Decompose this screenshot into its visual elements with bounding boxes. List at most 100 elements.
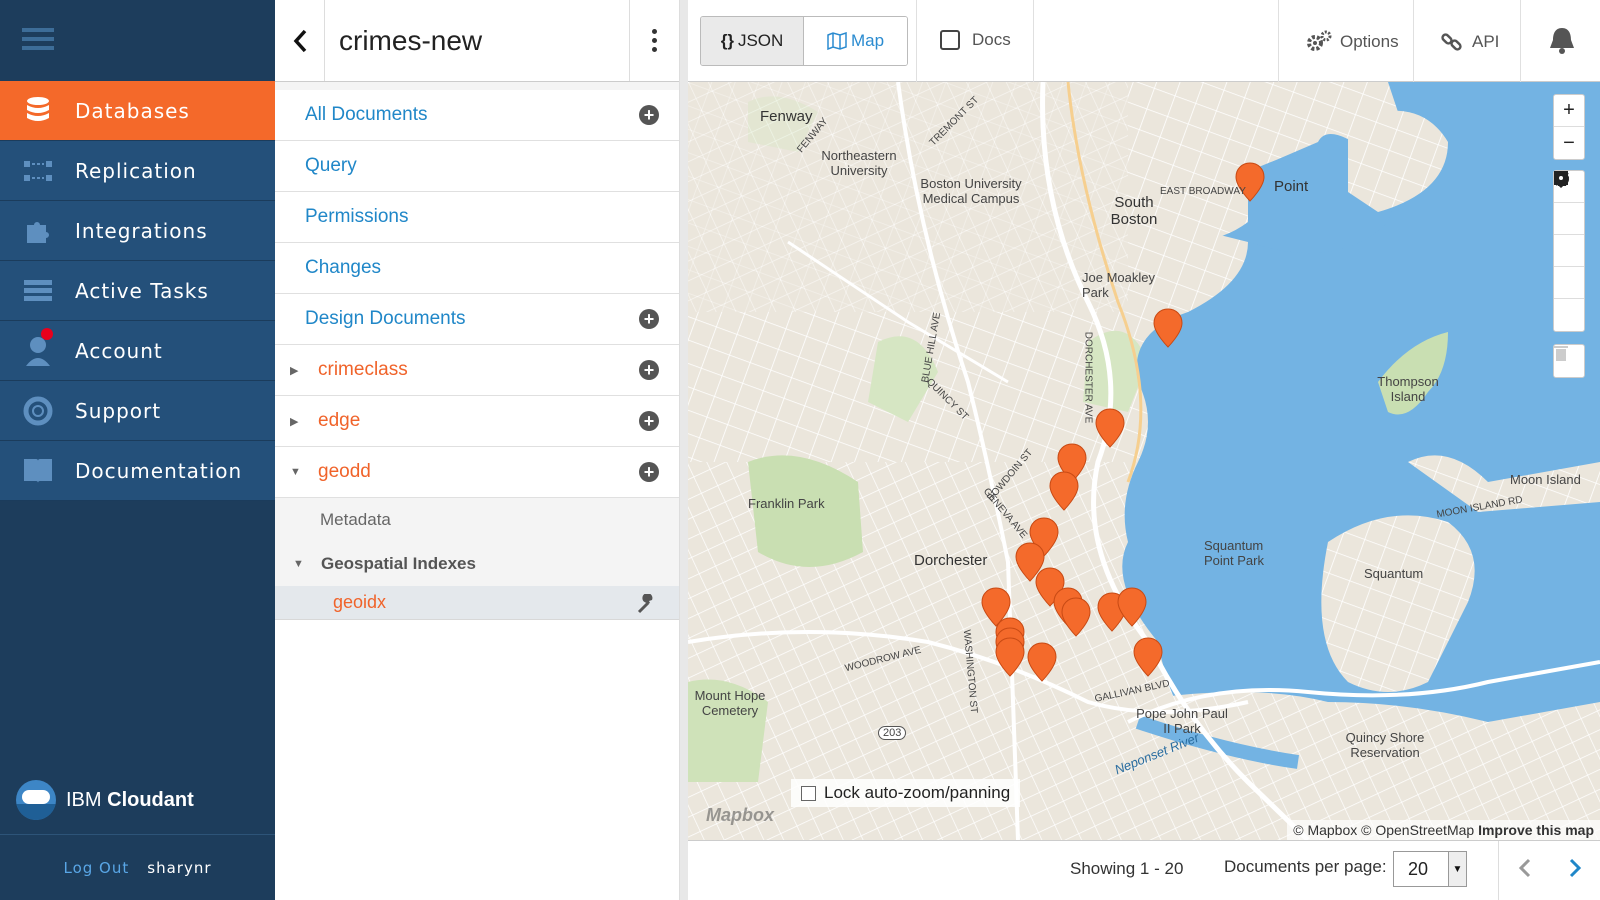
book-icon [23, 458, 52, 483]
map-label: Boston University Medical Campus [920, 176, 1022, 206]
map-label: Pope John Paul II Park [1136, 706, 1228, 736]
mapbox-attribution-link[interactable]: © Mapbox [1293, 822, 1357, 838]
lock-zoom-checkbox[interactable] [801, 785, 816, 801]
bell-icon[interactable] [1548, 26, 1576, 56]
map-view-button[interactable]: Map [804, 17, 907, 65]
osm-attribution-link[interactable]: © OpenStreetMap [1361, 822, 1474, 838]
add-icon[interactable]: + [639, 105, 659, 125]
draw-circle-icon[interactable] [1554, 172, 1584, 299]
caret-right-icon: ▶ [290, 364, 299, 377]
options-label: Options [1340, 32, 1399, 51]
username: sharynr [147, 858, 212, 877]
api-label: API [1472, 32, 1500, 51]
sidebar-item-query[interactable]: Query [275, 141, 679, 192]
nav-label: Integrations [75, 218, 208, 243]
database-sidebar: crimes-new All Documents + Query Permiss… [275, 0, 680, 900]
hamburger-menu-icon[interactable] [22, 28, 54, 55]
map-label: Joe Moakley Park [1082, 270, 1155, 300]
nav-item-databases[interactable]: Databases [0, 81, 275, 141]
map-label: EAST BROADWAY [1160, 186, 1246, 197]
draw-marker-icon[interactable] [1554, 172, 1584, 331]
caret-right-icon: ▶ [290, 415, 299, 428]
map-label: South Boston [1110, 194, 1158, 228]
nav-item-account[interactable]: Account [0, 321, 275, 381]
caret-down-icon: ▼ [290, 466, 301, 478]
notification-dot [41, 327, 53, 340]
add-icon[interactable]: + [639, 411, 659, 431]
geo-index-geoidx[interactable]: geoidx [275, 586, 679, 620]
trash-icon[interactable] [1554, 345, 1584, 377]
nav-label: Databases [75, 98, 190, 123]
draw-toolbar [1553, 170, 1585, 332]
back-button[interactable] [275, 0, 325, 81]
map-icon [827, 32, 847, 50]
sidebar-item-permissions[interactable]: Permissions [275, 192, 679, 243]
design-doc-edge[interactable]: ▶ edge + [275, 396, 679, 447]
zoom-controls: + − [1553, 94, 1585, 160]
panel-divider[interactable] [680, 0, 688, 900]
sidebar-item-changes[interactable]: Changes [275, 243, 679, 294]
nav-label: Support [75, 398, 162, 423]
map-label: Map [850, 31, 885, 50]
api-button[interactable]: API [1440, 30, 1499, 54]
improve-map-link[interactable]: Improve this map [1478, 822, 1594, 838]
draw-rectangle-icon[interactable] [1554, 171, 1584, 267]
docs-label: Docs [972, 30, 1011, 49]
map-label: Moon Island [1510, 472, 1581, 487]
mapbox-logo[interactable]: Mapbox [706, 805, 774, 826]
nav-label: Account [75, 338, 163, 363]
chevron-left-icon [293, 29, 306, 52]
nav-item-replication[interactable]: Replication [0, 141, 275, 201]
json-view-button[interactable]: {} JSON [701, 17, 804, 65]
map-attribution: © Mapbox © OpenStreetMap Improve this ma… [1287, 820, 1600, 840]
previous-page-button[interactable] [1518, 855, 1532, 886]
docs-toggle[interactable]: Docs [940, 30, 1011, 50]
puzzle-icon [26, 221, 49, 243]
sidebar-item-design-documents[interactable]: Design Documents + [275, 294, 679, 345]
logout-link[interactable]: Log Out [64, 859, 130, 877]
json-braces-icon: {} [720, 31, 734, 50]
zoom-in-button[interactable]: + [1554, 95, 1584, 127]
design-doc-geodd[interactable]: ▼ geodd + [275, 447, 679, 498]
next-page-button[interactable] [1568, 855, 1582, 886]
zoom-out-button[interactable]: − [1554, 127, 1584, 159]
map-label: Dorchester [914, 552, 988, 569]
nav-label: Documentation [75, 458, 243, 483]
link-icon [1441, 33, 1462, 51]
database-name: crimes-new [339, 24, 483, 56]
lifebuoy-icon [23, 396, 52, 425]
nav-item-documentation[interactable]: Documentation [0, 441, 275, 501]
geo-index-label: geoidx [333, 592, 387, 612]
nav-item-active-tasks[interactable]: Active Tasks [0, 261, 275, 321]
nav-item-integrations[interactable]: Integrations [0, 201, 275, 261]
design-doc-label: crimeclass [318, 359, 408, 380]
add-icon[interactable]: + [639, 462, 659, 482]
options-button[interactable]: Options [1306, 30, 1399, 54]
per-page-select[interactable]: 20 ▼ [1393, 851, 1467, 887]
sidebar-item-all-documents[interactable]: All Documents + [275, 90, 679, 141]
map-label: Mount Hope Cemetery [694, 688, 766, 718]
map-view[interactable]: Fenway Northeastern University Boston Un… [688, 82, 1600, 840]
metadata-link[interactable]: Metadata [275, 498, 679, 542]
per-page-label: Documents per page: [1224, 857, 1387, 876]
tasks-icon [23, 279, 52, 301]
nav-label: Replication [75, 158, 197, 183]
more-options-icon[interactable] [629, 0, 679, 81]
map-label: Squantum [1364, 566, 1424, 581]
add-icon[interactable]: + [639, 309, 659, 329]
dropdown-arrow-icon: ▼ [1448, 852, 1466, 886]
chevron-left-icon [1518, 858, 1531, 878]
nav-item-support[interactable]: Support [0, 381, 275, 441]
geospatial-indexes-header[interactable]: ▼ Geospatial Indexes [275, 542, 679, 586]
database-icon [26, 96, 49, 121]
draw-polygon-icon[interactable] [1554, 172, 1584, 235]
design-doc-crimeclass[interactable]: ▶ crimeclass + [275, 345, 679, 396]
add-icon[interactable]: + [639, 360, 659, 380]
lock-zoom-toggle[interactable]: Lock auto-zoom/panning [791, 779, 1021, 807]
wrench-icon[interactable] [637, 594, 657, 614]
nav-label: Active Tasks [75, 278, 209, 303]
docs-checkbox[interactable] [940, 30, 960, 50]
main-nav: Databases Replication Integrations Activ… [0, 0, 275, 900]
geospatial-indexes-label: Geospatial Indexes [321, 554, 476, 573]
map-label: Point [1274, 178, 1309, 195]
